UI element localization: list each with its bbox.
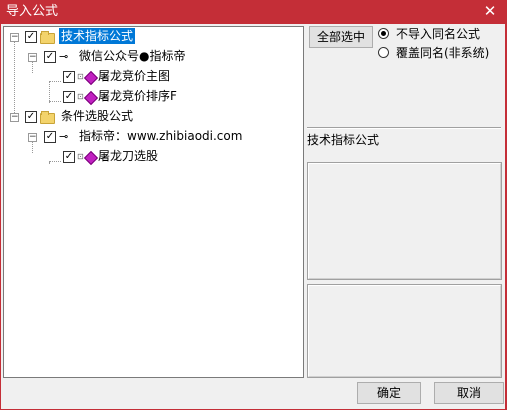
node-checkbox[interactable]: ✓ (25, 111, 37, 123)
formula-tree[interactable]: − ✓ 技术指标公式 − ✓ ⊸ 微信公众号●指标帝 ✓ ⊡ 屠龙竞价主图 ✓ … (3, 26, 304, 378)
folder-icon (40, 111, 55, 124)
tree-node-stock-selection[interactable]: − ✓ 条件选股公式 (4, 107, 299, 127)
node-label: 条件选股公式 (61, 109, 134, 123)
node-checkbox[interactable]: ✓ (63, 151, 75, 163)
radio-overwrite-duplicates[interactable]: 覆盖同名(非系统) (378, 45, 503, 61)
node-label: 屠龙刀选股 (98, 149, 159, 163)
formula-description-box (307, 162, 502, 280)
select-all-button[interactable]: 全部选中 (309, 26, 373, 48)
node-label: 技术指标公式 (59, 28, 136, 44)
import-formula-dialog: 导入公式 ✕ − ✓ 技术指标公式 − ✓ ⊸ 微信公众号●指标帝 ✓ ⊡ 屠龙… (0, 0, 507, 410)
key-icon: ⊸ (59, 130, 69, 143)
collapse-icon[interactable]: − (28, 53, 37, 62)
collapse-icon[interactable]: − (10, 33, 19, 42)
collapse-icon[interactable]: − (28, 133, 37, 142)
ok-button[interactable]: 确定 (357, 382, 421, 404)
formula-type-icon: ⊡ (77, 92, 84, 101)
cancel-button[interactable]: 取消 (434, 382, 504, 404)
formula-detail-box (307, 284, 502, 378)
node-label: 指标帝：www.zhibiaodi.com (79, 129, 243, 143)
collapse-icon[interactable]: − (10, 113, 19, 122)
tree-node-formula-dragon-blade[interactable]: ✓ ⊡ 屠龙刀选股 (4, 147, 299, 167)
node-label: 微信公众号●指标帝 (79, 49, 186, 63)
radio-label: 覆盖同名(非系统) (396, 46, 490, 60)
node-checkbox[interactable]: ✓ (63, 71, 75, 83)
radio-label: 不导入同名公式 (396, 27, 481, 41)
radio-button[interactable] (378, 47, 389, 58)
radio-skip-duplicates[interactable]: 不导入同名公式 (378, 26, 503, 42)
node-checkbox[interactable]: ✓ (44, 51, 56, 63)
tree-node-formula-sort[interactable]: ✓ ⊡ 屠龙竞价排序F (4, 87, 299, 107)
dialog-title: 导入公式 (6, 4, 59, 19)
tree-node-website-author[interactable]: − ✓ ⊸ 指标帝：www.zhibiaodi.com (4, 127, 299, 147)
formula-type-icon: ⊡ (77, 72, 84, 81)
tree-node-wechat-author[interactable]: − ✓ ⊸ 微信公众号●指标帝 (4, 47, 299, 67)
node-checkbox[interactable]: ✓ (25, 31, 37, 43)
tree-node-tech-formulas[interactable]: − ✓ 技术指标公式 (4, 27, 299, 47)
section-title: 技术指标公式 (307, 133, 380, 147)
key-icon: ⊸ (59, 50, 69, 63)
node-checkbox[interactable]: ✓ (44, 131, 56, 143)
tree-node-formula-main-chart[interactable]: ✓ ⊡ 屠龙竞价主图 (4, 67, 299, 87)
node-label: 屠龙竞价主图 (98, 69, 171, 83)
divider (307, 127, 501, 129)
folder-icon (40, 31, 55, 44)
title-bar: 导入公式 ✕ (0, 0, 507, 24)
formula-type-icon: ⊡ (77, 152, 84, 161)
node-label: 屠龙竞价排序F (98, 89, 177, 103)
close-icon[interactable]: ✕ (481, 2, 499, 20)
node-checkbox[interactable]: ✓ (63, 91, 75, 103)
radio-button[interactable] (378, 28, 389, 39)
dialog-client: − ✓ 技术指标公式 − ✓ ⊸ 微信公众号●指标帝 ✓ ⊡ 屠龙竞价主图 ✓ … (1, 24, 505, 409)
